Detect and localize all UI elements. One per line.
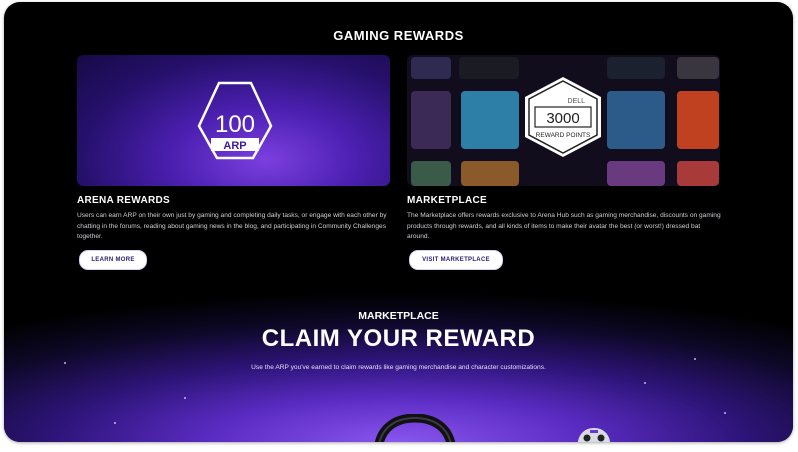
avatar-tile [461, 91, 519, 149]
reward-badge-number: 3000 [546, 110, 579, 127]
controller-icon [577, 428, 611, 442]
reward-points-badge-icon: DELL 3000 REWARD POINTS [525, 77, 601, 157]
page-frame: GAMING REWARDS 100 ARP DELL 3000 REWARD … [4, 2, 793, 442]
learn-more-button[interactable]: LEARN MORE [79, 250, 147, 270]
avatar-tile [411, 161, 451, 186]
avatar-tile [459, 57, 519, 79]
headset-icon [374, 414, 456, 442]
section-title: GAMING REWARDS [333, 28, 464, 43]
avatar-tile [607, 161, 665, 186]
avatar-tile [461, 161, 519, 186]
star [114, 422, 116, 424]
arp-badge-label: ARP [223, 140, 246, 152]
star [644, 382, 646, 384]
avatar-tile [607, 57, 665, 79]
marketplace-image: DELL 3000 REWARD POINTS [407, 55, 720, 186]
avatar-tile [677, 91, 719, 149]
hero-eyebrow: MARKETPLACE [358, 310, 439, 322]
star [694, 358, 696, 360]
avatar-tile [411, 57, 451, 79]
marketplace-title: MARKETPLACE [407, 195, 487, 206]
arp-badge-number: 100 [215, 111, 255, 138]
star [184, 397, 186, 399]
star [724, 412, 726, 414]
visit-marketplace-button[interactable]: VISIT MARKETPLACE [409, 250, 503, 270]
arena-rewards-description: Users can earn ARP on their own just by … [77, 212, 387, 240]
hero-subtitle: Use the ARP you've earned to claim rewar… [251, 364, 546, 371]
avatar-tile [607, 91, 665, 149]
arena-rewards-title: ARENA REWARDS [77, 195, 170, 206]
hero-title: CLAIM YOUR REWARD [261, 325, 536, 352]
avatar-tile [677, 161, 719, 186]
marketplace-description: The Marketplace offers rewards exclusive… [407, 212, 721, 240]
avatar-tile [411, 91, 451, 149]
arp-badge-icon: 100 ARP [197, 81, 273, 160]
arena-rewards-image: 100 ARP [77, 55, 390, 186]
avatar-tile [677, 57, 719, 79]
reward-badge-brand: DELL [567, 98, 585, 105]
reward-badge-caption: REWARD POINTS [536, 132, 591, 139]
